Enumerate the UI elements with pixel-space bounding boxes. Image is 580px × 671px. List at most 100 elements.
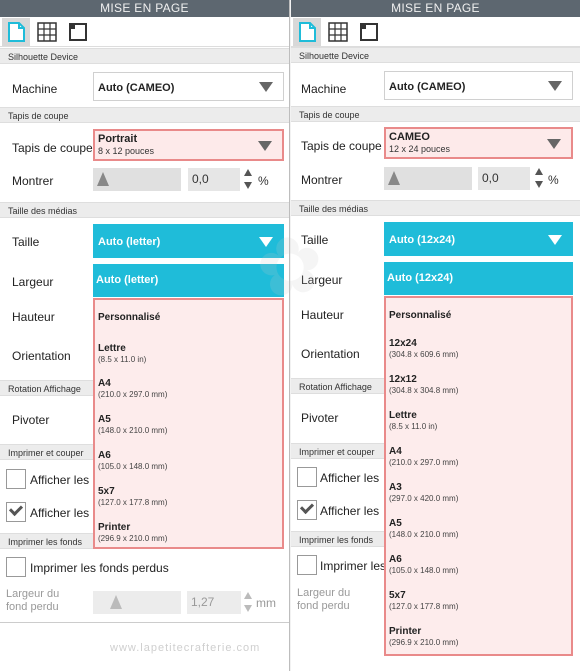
media-size-dropdown[interactable]: Personnalisé 12x24 (304.8 x 609.6 mm) 12x…	[384, 296, 573, 656]
option-size: (148.0 x 210.0 mm)	[98, 426, 168, 435]
option-size: (8.5 x 11.0 in)	[389, 422, 438, 431]
chevron-down-icon	[258, 141, 272, 151]
arrow-down-icon[interactable]	[535, 181, 543, 188]
option-size: (148.0 x 210.0 mm)	[389, 530, 459, 539]
chevron-down-icon	[259, 237, 273, 247]
show-registration-checkbox-1[interactable]	[6, 469, 26, 489]
registration-marks-icon	[360, 23, 378, 41]
section-device: Silhouette Device	[0, 48, 289, 64]
page-icon	[8, 22, 25, 42]
show-slider[interactable]	[93, 168, 181, 191]
section-bleed: Imprimer les fonds	[0, 533, 93, 549]
show-registration-checkbox-1[interactable]	[297, 467, 317, 487]
bleed-unit: mm	[256, 596, 276, 610]
bleed-width-label-2: fond perdu	[6, 601, 59, 613]
mat-select[interactable]: Portrait 8 x 12 pouces	[93, 129, 284, 161]
tab-registration[interactable]	[64, 18, 92, 46]
section-media: Taille des médias	[0, 202, 289, 218]
list-item[interactable]: Lettre (8.5 x 11.0 in)	[98, 343, 146, 364]
machine-label: Machine	[12, 82, 58, 96]
panel-title: MISE EN PAGE	[0, 0, 289, 17]
machine-select[interactable]: Auto (CAMEO)	[384, 71, 573, 100]
show-registration-checkbox-2[interactable]	[297, 499, 317, 520]
bleed-slider[interactable]	[93, 591, 181, 614]
option-title: Printer	[98, 522, 131, 533]
print-bleed-checkbox[interactable]	[297, 555, 317, 575]
bleed-value-field[interactable]: 1,27	[187, 591, 241, 614]
option-size: (304.8 x 609.6 mm)	[389, 350, 459, 359]
mat-select[interactable]: CAMEO 12 x 24 pouces	[384, 127, 573, 159]
bleed-width-label-1: Largeur du	[6, 588, 60, 600]
page-icon	[299, 22, 316, 42]
show-label: Montrer	[12, 174, 54, 188]
slider-thumb[interactable]	[97, 172, 109, 186]
arrow-up-icon[interactable]	[244, 169, 252, 176]
section-print-cut: Imprimer et couper	[291, 443, 384, 459]
list-item[interactable]: Printer (296.9 x 210.0 mm)	[389, 626, 458, 647]
size-label: Taille	[12, 235, 40, 249]
media-size-dropdown[interactable]: Personnalisé Lettre (8.5 x 11.0 in) A4 (21…	[93, 298, 284, 549]
option-title: 12x24	[389, 338, 417, 349]
show-registration-label-2: Afficher les	[320, 504, 380, 518]
panel-tabs	[291, 17, 580, 47]
list-item[interactable]: 5x7 (127.0 x 177.8 mm)	[389, 590, 458, 611]
print-bleed-checkbox[interactable]	[6, 557, 26, 577]
list-item[interactable]: 12x24 (304.8 x 609.6 mm)	[389, 338, 458, 359]
list-item[interactable]: A6 (105.0 x 148.0 mm)	[98, 450, 167, 471]
list-item[interactable]: A3 (297.0 x 420.0 mm)	[389, 482, 458, 503]
option-title: Lettre	[98, 343, 126, 354]
checkmark-icon	[299, 499, 315, 515]
bleed-stepper[interactable]	[243, 591, 253, 614]
grid-icon	[328, 22, 348, 42]
arrow-down-icon[interactable]	[244, 182, 252, 189]
show-stepper[interactable]	[243, 168, 253, 191]
list-item[interactable]: Personnalisé	[389, 310, 451, 321]
machine-select[interactable]: Auto (CAMEO)	[93, 72, 284, 101]
show-value-field[interactable]: 0,0	[478, 167, 530, 190]
slider-thumb[interactable]	[110, 595, 122, 609]
option-size: (296.9 x 210.0 mm)	[389, 638, 459, 647]
tab-page-setup[interactable]	[2, 18, 30, 46]
slider-thumb[interactable]	[388, 171, 400, 185]
list-item[interactable]: A6 (105.0 x 148.0 mm)	[389, 554, 458, 575]
mat-size: 8 x 12 pouces	[98, 146, 155, 156]
list-item[interactable]: Personnalisé	[98, 312, 160, 323]
list-item[interactable]: A4 (210.0 x 297.0 mm)	[389, 446, 458, 467]
list-item[interactable]: A5 (148.0 x 210.0 mm)	[98, 414, 167, 435]
size-select[interactable]: Auto (12x24)	[384, 222, 573, 256]
chevron-down-icon	[547, 139, 561, 149]
option-size: (296.9 x 210.0 mm)	[98, 534, 168, 543]
show-stepper[interactable]	[534, 167, 544, 190]
size-option-highlighted[interactable]: Auto (letter)	[93, 264, 284, 297]
tab-grid[interactable]	[324, 18, 352, 46]
tab-registration[interactable]	[355, 18, 383, 46]
option-title: A6	[98, 450, 111, 461]
option-size: (304.8 x 304.8 mm)	[389, 386, 459, 395]
list-item[interactable]: 5x7 (127.0 x 177.8 mm)	[98, 486, 167, 507]
height-label: Hauteur	[12, 310, 55, 324]
arrow-up-icon[interactable]	[244, 592, 252, 599]
page-setup-panel-right: MISE EN PAGE Silhouette Device Machine A…	[291, 0, 580, 671]
print-bleed-label: Imprimer les	[320, 559, 387, 573]
list-item[interactable]: A4 (210.0 x 297.0 mm)	[98, 378, 167, 399]
tab-grid[interactable]	[33, 18, 61, 46]
arrow-down-icon[interactable]	[244, 605, 252, 612]
option-size: (105.0 x 148.0 mm)	[389, 566, 459, 575]
show-value-field[interactable]: 0,0	[188, 168, 240, 191]
rotate-label: Pivoter	[12, 413, 50, 427]
mat-size: 12 x 24 pouces	[389, 144, 451, 154]
tab-page-setup[interactable]	[293, 18, 321, 46]
size-select[interactable]: Auto (letter)	[93, 224, 284, 258]
mat-label: Tapis de coupe	[12, 141, 93, 155]
list-item[interactable]: Printer (296.9 x 210.0 mm)	[98, 522, 167, 543]
list-item[interactable]: 12x12 (304.8 x 304.8 mm)	[389, 374, 458, 395]
option-title: A3	[389, 482, 402, 493]
show-unit: %	[258, 174, 269, 188]
arrow-up-icon[interactable]	[535, 168, 543, 175]
show-registration-checkbox-2[interactable]	[6, 501, 26, 522]
section-media: Taille des médias	[291, 200, 580, 216]
list-item[interactable]: A5 (148.0 x 210.0 mm)	[389, 518, 458, 539]
size-option-highlighted[interactable]: Auto (12x24)	[384, 262, 573, 295]
list-item[interactable]: Lettre (8.5 x 11.0 in)	[389, 410, 437, 431]
show-slider[interactable]	[384, 167, 472, 190]
